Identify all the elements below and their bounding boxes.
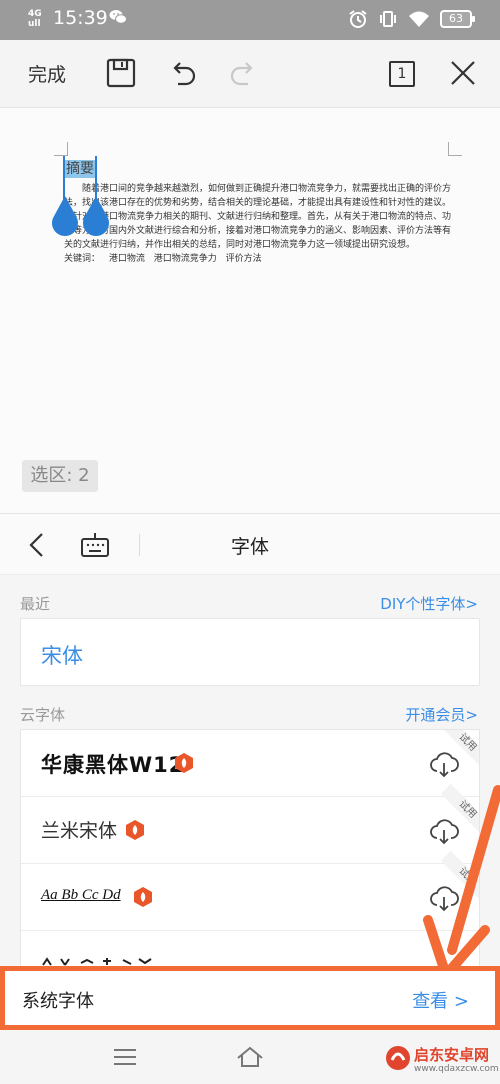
watermark: 启东安卓网 www.qdaxzcw.com [380, 1040, 500, 1080]
document-title-selected[interactable]: 摘要 [64, 160, 96, 178]
editor-toolbar: 完成 1 [0, 40, 500, 108]
cloud-download-icon[interactable] [429, 749, 459, 779]
font-panel-title: 字体 [230, 536, 269, 558]
vip-link[interactable]: 开通会员> [405, 704, 478, 725]
menu-icon[interactable] [110, 1044, 140, 1070]
vip-badge-icon [126, 820, 144, 840]
page-count-button[interactable]: 1 [389, 61, 415, 87]
alarm-icon [349, 10, 367, 28]
recent-font-item[interactable]: 宋体 [20, 618, 480, 686]
wifi-icon [409, 11, 429, 27]
watermark-url: www.qdaxzcw.com [414, 1064, 499, 1074]
wechat-icon [109, 10, 127, 24]
cloud-font-item[interactable]: Aa Bb Cc Dd 试用 [21, 850, 479, 931]
battery-indicator: 63 [440, 10, 475, 28]
font-name: Aa Bb Cc Dd [41, 887, 121, 903]
cloud-section-label: 云字体 [20, 706, 66, 724]
selection-start-handle[interactable] [50, 196, 80, 240]
cloud-font-item[interactable]: 华康黑体W12 试用 [21, 730, 479, 797]
document-canvas[interactable]: 摘要 随着港口间的竞争越来越激烈，如何做到正确提升港口物流竞争力，就需要找出正确… [0, 108, 500, 513]
vibrate-icon [380, 11, 396, 27]
system-fonts-label: 系统字体 [22, 991, 94, 1012]
font-name: 华康黑体W12 [41, 753, 185, 777]
watermark-logo-icon [386, 1046, 410, 1070]
page-corner-mark [54, 142, 68, 156]
recent-section-label: 最近 [20, 595, 51, 613]
home-icon[interactable] [235, 1044, 265, 1070]
page-corner-mark [448, 142, 462, 156]
cloud-download-icon[interactable] [429, 883, 459, 913]
selection-end-handle[interactable] [81, 196, 111, 240]
close-icon[interactable] [446, 56, 480, 90]
done-button[interactable]: 完成 [28, 60, 66, 87]
vip-badge-icon [175, 753, 193, 773]
font-name: 兰米宋体 [41, 820, 118, 842]
save-icon[interactable] [104, 56, 138, 90]
document-body[interactable]: 随着港口间的竞争越来越激烈，如何做到正确提升港口物流竞争力，就需要找出正确的评价… [64, 182, 454, 252]
recent-font-name: 宋体 [41, 644, 83, 668]
view-system-fonts-link[interactable]: 查看 > [412, 987, 469, 1013]
selection-count-badge: 选区: 2 [22, 460, 98, 492]
document-keywords: 关键词： 港口物流 港口物流竞争力 评价方法 [64, 254, 262, 264]
font-panel-header: 字体 [0, 513, 500, 575]
selection-start-line [63, 156, 65, 200]
selection-end-line [95, 156, 97, 200]
diy-font-link[interactable]: DIY个性字体> [380, 593, 478, 614]
redo-icon[interactable] [226, 56, 260, 90]
undo-icon[interactable] [166, 56, 200, 90]
cloud-download-icon[interactable] [429, 816, 459, 846]
vip-badge-icon [134, 887, 152, 907]
status-time: 15:39 [53, 7, 108, 29]
status-bar: 4G ull 15:39 63 [0, 0, 500, 40]
watermark-title: 启东安卓网 [414, 1046, 490, 1064]
system-fonts-row[interactable]: 系统字体 查看 > [0, 966, 500, 1030]
network-indicator: 4G ull [28, 9, 42, 29]
document-page[interactable]: 摘要 随着港口间的竞争越来越激烈，如何做到正确提升港口物流竞争力，就需要找出正确… [64, 160, 454, 266]
cloud-font-item[interactable]: 兰米宋体 试用 [21, 783, 479, 864]
